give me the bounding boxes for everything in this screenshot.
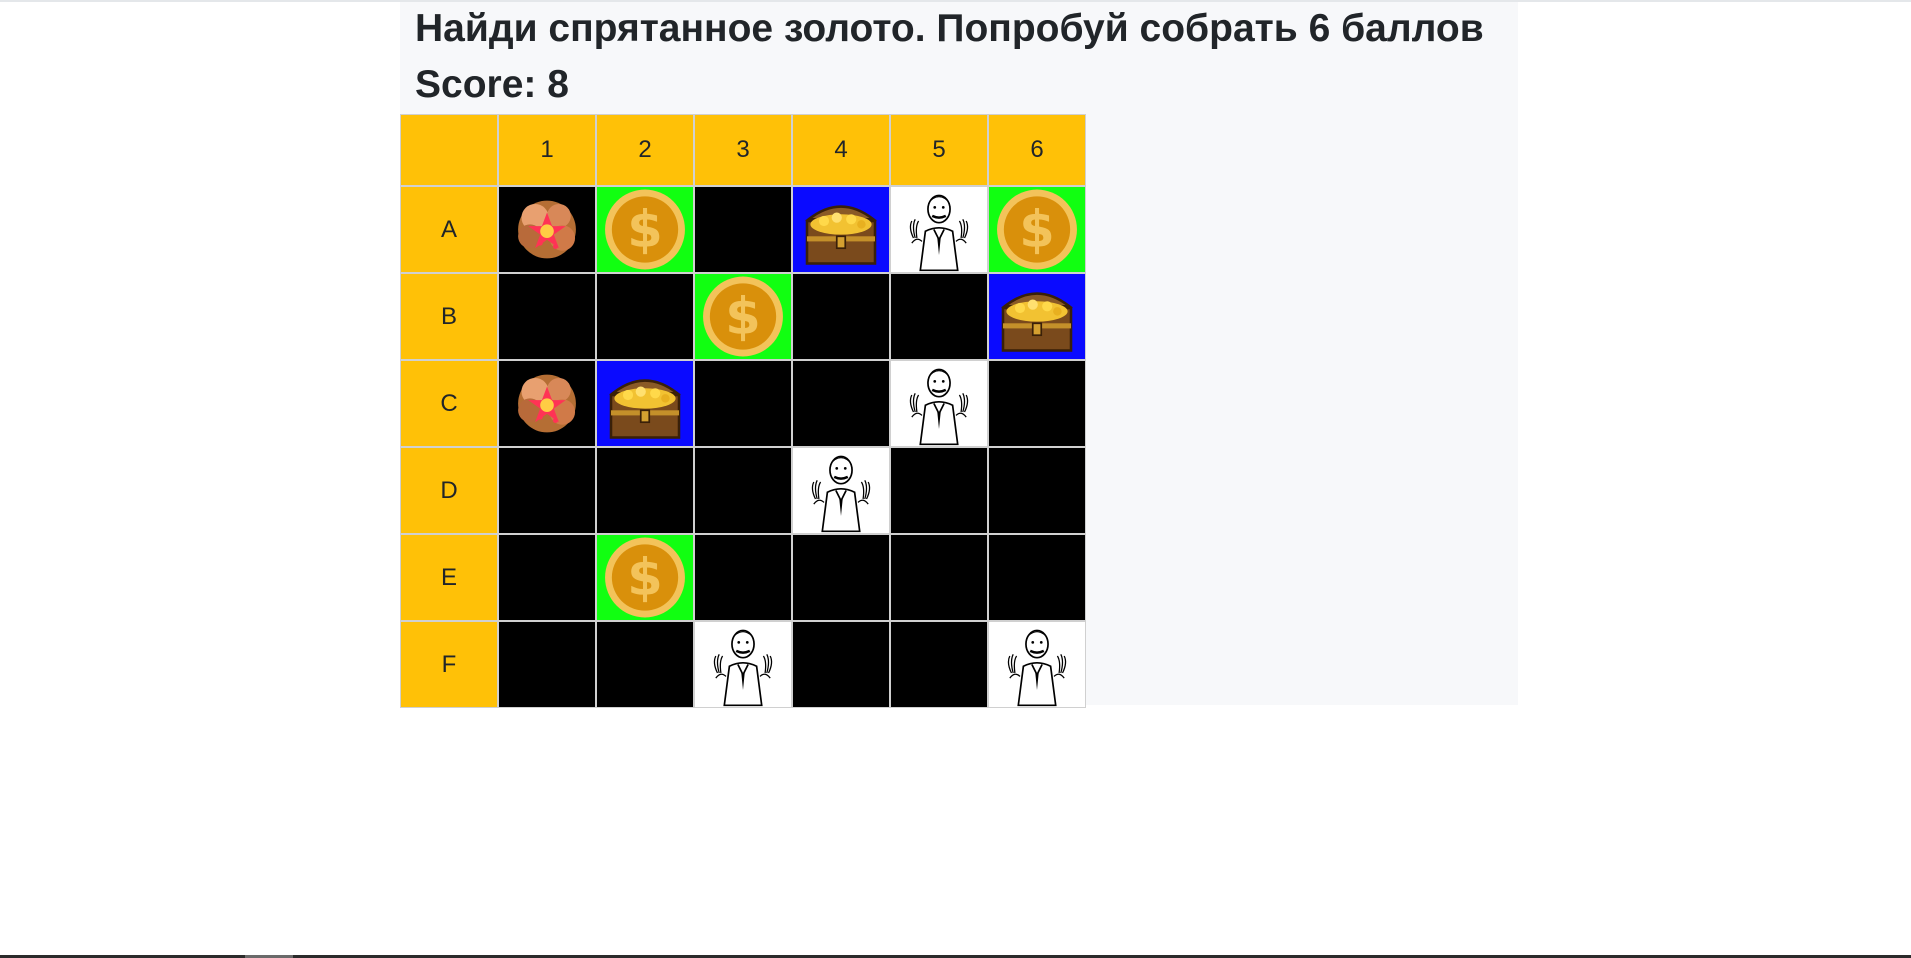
- svg-text:$: $: [1019, 201, 1055, 260]
- board-cell-E2[interactable]: $: [596, 534, 694, 621]
- board-cell-B2[interactable]: [596, 273, 694, 360]
- board-cell-F2[interactable]: [596, 621, 694, 708]
- board-cell-A2[interactable]: $: [596, 186, 694, 273]
- svg-text:$: $: [627, 201, 663, 260]
- row-header-C: C: [400, 360, 498, 447]
- board-cell-C2[interactable]: [596, 360, 694, 447]
- column-header-4: 4: [792, 114, 890, 186]
- board-cell-B5[interactable]: [890, 273, 988, 360]
- board-cell-F4[interactable]: [792, 621, 890, 708]
- dollar-coin-icon: $: [989, 187, 1085, 272]
- page-title: Найди спрятанное золото. Попробуй собрат…: [415, 7, 1484, 50]
- board-cell-E4[interactable]: [792, 534, 890, 621]
- board-cell-E6[interactable]: [988, 534, 1086, 621]
- board-cell-C4[interactable]: [792, 360, 890, 447]
- board-cell-C1[interactable]: [498, 360, 596, 447]
- board-cell-A1[interactable]: [498, 186, 596, 273]
- column-header-3: 3: [694, 114, 792, 186]
- board-cell-D5[interactable]: [890, 447, 988, 534]
- score-display: Score: 8: [415, 63, 569, 106]
- board-cell-A3[interactable]: [694, 186, 792, 273]
- treasure-chest-icon: [793, 187, 889, 272]
- meme-man-icon: [891, 187, 987, 272]
- board-cell-B6[interactable]: [988, 273, 1086, 360]
- board-cell-D6[interactable]: [988, 447, 1086, 534]
- dollar-coin-icon: $: [695, 274, 791, 359]
- svg-text:$: $: [725, 288, 761, 347]
- board-cell-F5[interactable]: [890, 621, 988, 708]
- board-cell-B4[interactable]: [792, 273, 890, 360]
- board-cell-A6[interactable]: $: [988, 186, 1086, 273]
- board-cell-E5[interactable]: [890, 534, 988, 621]
- row-header-E: E: [400, 534, 498, 621]
- board-cell-C3[interactable]: [694, 360, 792, 447]
- meme-man-icon: [989, 622, 1085, 707]
- board-cell-A5[interactable]: [890, 186, 988, 273]
- board-cell-C6[interactable]: [988, 360, 1086, 447]
- column-header-6: 6: [988, 114, 1086, 186]
- board-cell-D4[interactable]: [792, 447, 890, 534]
- row-header-F: F: [400, 621, 498, 708]
- column-header-5: 5: [890, 114, 988, 186]
- meme-man-icon: [793, 448, 889, 533]
- board-cell-F3[interactable]: [694, 621, 792, 708]
- board-cell-D3[interactable]: [694, 447, 792, 534]
- row-header-A: A: [400, 186, 498, 273]
- board-cell-F1[interactable]: [498, 621, 596, 708]
- board-cell-A4[interactable]: [792, 186, 890, 273]
- row-header-B: B: [400, 273, 498, 360]
- explosion-icon: [499, 187, 595, 272]
- board-cell-E3[interactable]: [694, 534, 792, 621]
- treasure-chest-icon: [989, 274, 1085, 359]
- board-cell-F6[interactable]: [988, 621, 1086, 708]
- explosion-icon: [499, 361, 595, 446]
- row-header-D: D: [400, 447, 498, 534]
- meme-man-icon: [695, 622, 791, 707]
- board-cell-C5[interactable]: [890, 360, 988, 447]
- board-corner: [400, 114, 498, 186]
- svg-text:$: $: [627, 549, 663, 608]
- game-board: 123456 A $ $ B $ C D E $ F: [400, 114, 1086, 708]
- board-cell-D1[interactable]: [498, 447, 596, 534]
- dollar-coin-icon: $: [597, 535, 693, 620]
- board-cell-B1[interactable]: [498, 273, 596, 360]
- board-cell-B3[interactable]: $: [694, 273, 792, 360]
- column-header-2: 2: [596, 114, 694, 186]
- board-cell-E1[interactable]: [498, 534, 596, 621]
- meme-man-icon: [891, 361, 987, 446]
- dollar-coin-icon: $: [597, 187, 693, 272]
- treasure-chest-icon: [597, 361, 693, 446]
- board-cell-D2[interactable]: [596, 447, 694, 534]
- column-header-1: 1: [498, 114, 596, 186]
